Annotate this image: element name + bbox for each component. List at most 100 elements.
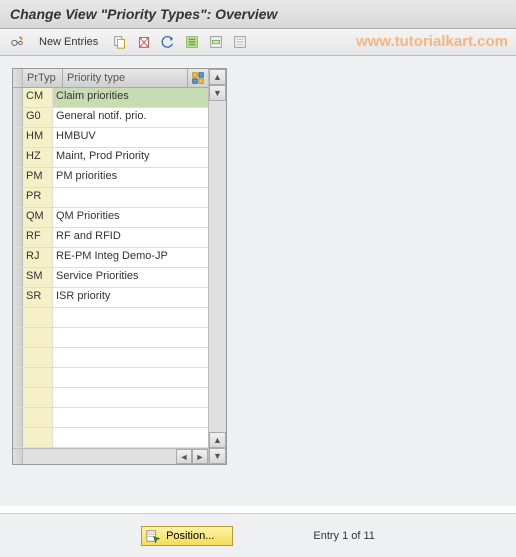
vscroll-up-button[interactable]: ▲: [209, 69, 226, 85]
cell-priority-type[interactable]: PM priorities: [53, 168, 208, 187]
select-block-button[interactable]: [207, 33, 225, 51]
cell-priority-type[interactable]: [53, 348, 208, 367]
table-corner: [13, 69, 23, 87]
table-settings-button[interactable]: [188, 69, 208, 87]
table-row[interactable]: RJRE-PM Integ Demo-JP: [13, 248, 208, 268]
cell-priority-type[interactable]: [53, 368, 208, 387]
position-button[interactable]: Position...: [141, 526, 233, 546]
delete-button[interactable]: [135, 33, 153, 51]
row-handle[interactable]: [13, 108, 23, 127]
cell-priority-type[interactable]: [53, 388, 208, 407]
new-entries-button[interactable]: New Entries: [32, 33, 105, 51]
cell-prtyp[interactable]: QM: [23, 208, 53, 227]
table-row[interactable]: SMService Priorities: [13, 268, 208, 288]
cell-priority-type[interactable]: HMBUV: [53, 128, 208, 147]
cell-prtyp[interactable]: [23, 428, 53, 447]
table-row[interactable]: [13, 308, 208, 328]
cell-prtyp[interactable]: [23, 328, 53, 347]
cell-prtyp[interactable]: SR: [23, 288, 53, 307]
row-handle[interactable]: [13, 128, 23, 147]
cell-prtyp[interactable]: SM: [23, 268, 53, 287]
row-handle[interactable]: [13, 248, 23, 267]
row-handle[interactable]: [13, 188, 23, 207]
table-row[interactable]: HZMaint, Prod Priority: [13, 148, 208, 168]
cell-prtyp[interactable]: G0: [23, 108, 53, 127]
table-row[interactable]: PMPM priorities: [13, 168, 208, 188]
undo-icon: [161, 35, 175, 49]
table-row[interactable]: G0General notif. prio.: [13, 108, 208, 128]
cell-prtyp[interactable]: CM: [23, 88, 53, 107]
row-handle[interactable]: [13, 308, 23, 327]
table-row[interactable]: [13, 408, 208, 428]
toggle-display-change-button[interactable]: [8, 33, 26, 51]
cell-priority-type[interactable]: Service Priorities: [53, 268, 208, 287]
position-icon: [146, 529, 160, 543]
copy-as-button[interactable]: [111, 33, 129, 51]
row-handle[interactable]: [13, 88, 23, 107]
table-row[interactable]: PR: [13, 188, 208, 208]
table-row[interactable]: HMHMBUV: [13, 128, 208, 148]
cell-priority-type[interactable]: [53, 308, 208, 327]
table-row[interactable]: RFRF and RFID: [13, 228, 208, 248]
row-handle[interactable]: [13, 328, 23, 347]
deselect-all-button[interactable]: [231, 33, 249, 51]
cell-priority-type[interactable]: [53, 328, 208, 347]
row-handle[interactable]: [13, 228, 23, 247]
row-handle[interactable]: [13, 288, 23, 307]
vscroll-down-button[interactable]: ▼: [209, 85, 226, 101]
table-row[interactable]: [13, 368, 208, 388]
column-header-priority-type[interactable]: Priority type: [63, 69, 188, 87]
vscroll-bottom-up-button[interactable]: ▲: [209, 432, 226, 448]
page-title: Change View "Priority Types": Overview: [10, 6, 506, 22]
cell-priority-type[interactable]: Claim priorities: [53, 88, 208, 107]
cell-prtyp[interactable]: [23, 388, 53, 407]
row-handle[interactable]: [13, 268, 23, 287]
cell-priority-type[interactable]: ISR priority: [53, 288, 208, 307]
hscroll-right-button[interactable]: ►: [192, 449, 208, 464]
cell-prtyp[interactable]: [23, 368, 53, 387]
cell-prtyp[interactable]: RJ: [23, 248, 53, 267]
table-row[interactable]: [13, 348, 208, 368]
row-handle[interactable]: [13, 148, 23, 167]
table-row[interactable]: SRISR priority: [13, 288, 208, 308]
cell-prtyp[interactable]: [23, 308, 53, 327]
table-row[interactable]: [13, 428, 208, 448]
row-handle[interactable]: [13, 368, 23, 387]
copy-icon: [113, 35, 127, 49]
hscroll-left-button[interactable]: ◄: [176, 449, 192, 464]
cell-prtyp[interactable]: PR: [23, 188, 53, 207]
table-row[interactable]: [13, 388, 208, 408]
vscroll-track[interactable]: [209, 101, 226, 432]
table-row[interactable]: QMQM Priorities: [13, 208, 208, 228]
row-handle[interactable]: [13, 408, 23, 427]
cell-priority-type[interactable]: RF and RFID: [53, 228, 208, 247]
cell-priority-type[interactable]: RE-PM Integ Demo-JP: [53, 248, 208, 267]
cell-prtyp[interactable]: RF: [23, 228, 53, 247]
row-handle[interactable]: [13, 208, 23, 227]
cell-priority-type[interactable]: [53, 428, 208, 447]
row-handle[interactable]: [13, 388, 23, 407]
cell-prtyp[interactable]: [23, 408, 53, 427]
toolbar: New Entries www.tutorialkart.com: [0, 29, 516, 56]
undo-change-button[interactable]: [159, 33, 177, 51]
hscroll-track[interactable]: [23, 449, 176, 464]
row-handle[interactable]: [13, 348, 23, 367]
table-row[interactable]: CMClaim priorities: [13, 88, 208, 108]
content-area: PrTyp Priority type CMClaim prioritiesG0…: [0, 56, 516, 506]
cell-priority-type[interactable]: [53, 408, 208, 427]
table-row[interactable]: [13, 328, 208, 348]
cell-priority-type[interactable]: QM Priorities: [53, 208, 208, 227]
cell-prtyp[interactable]: PM: [23, 168, 53, 187]
header-bar: Change View "Priority Types": Overview: [0, 0, 516, 29]
row-handle[interactable]: [13, 168, 23, 187]
select-all-button[interactable]: [183, 33, 201, 51]
column-header-prtyp[interactable]: PrTyp: [23, 69, 63, 87]
row-handle[interactable]: [13, 428, 23, 447]
cell-priority-type[interactable]: General notif. prio.: [53, 108, 208, 127]
cell-priority-type[interactable]: Maint, Prod Priority: [53, 148, 208, 167]
cell-prtyp[interactable]: HZ: [23, 148, 53, 167]
cell-priority-type[interactable]: [53, 188, 208, 207]
cell-prtyp[interactable]: [23, 348, 53, 367]
cell-prtyp[interactable]: HM: [23, 128, 53, 147]
vscroll-bottom-down-button[interactable]: ▼: [209, 448, 226, 464]
